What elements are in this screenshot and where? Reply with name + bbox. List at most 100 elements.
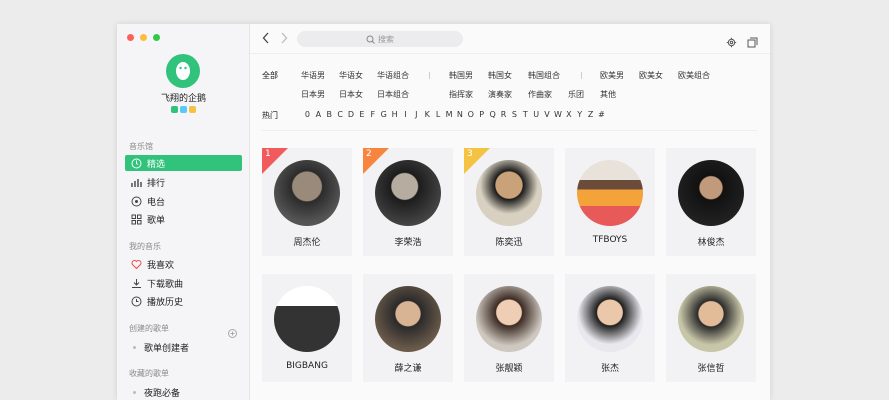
letter-filter[interactable]: F — [367, 110, 378, 119]
sidebar-item-label: 排行 — [147, 178, 166, 189]
filter-item[interactable]: 韩国男 — [449, 70, 473, 81]
filter-item[interactable]: 日本女 — [339, 89, 363, 100]
filter-all[interactable]: 全部 — [262, 70, 278, 81]
letter-filter[interactable]: M — [444, 110, 455, 119]
filter-item[interactable]: 指挥家 — [449, 89, 473, 100]
sidebar-item-playlists[interactable]: 歌单 — [125, 211, 242, 227]
collected-playlist-item[interactable]: 夜跑必备 — [133, 386, 180, 399]
filter-item[interactable]: 日本组合 — [377, 89, 409, 100]
letter-filter[interactable]: Y — [574, 110, 585, 119]
singer-name[interactable]: 周杰伦 — [262, 235, 352, 248]
singer-card[interactable]: 1 周杰伦 — [262, 148, 352, 256]
avatar[interactable] — [166, 54, 200, 88]
singer-card[interactable]: 薛之谦 — [363, 274, 453, 382]
singer-card[interactable]: 张信哲 — [666, 274, 756, 382]
singer-card[interactable]: 2 李荣浩 — [363, 148, 453, 256]
letter-filter[interactable]: D — [346, 110, 357, 119]
sidebar-item-downloads[interactable]: 下载歌曲 — [125, 275, 242, 291]
singer-card[interactable]: 林俊杰 — [666, 148, 756, 256]
letter-filter[interactable]: # — [596, 110, 607, 119]
filter-item[interactable]: 演奏家 — [488, 89, 512, 100]
minimize-window-button[interactable] — [140, 34, 147, 41]
singer-card[interactable]: 张靓颖 — [464, 274, 554, 382]
letter-filter[interactable]: U — [531, 110, 542, 119]
singer-name[interactable]: 林俊杰 — [666, 235, 756, 248]
sidebar-item-label: 下载歌曲 — [147, 279, 184, 290]
playlist-label: 歌单创建者 — [144, 344, 190, 354]
sidebar-item-liked[interactable]: 我喜欢 — [125, 256, 242, 272]
search-input[interactable]: 搜索 — [297, 31, 463, 47]
letter-filter[interactable]: G — [378, 110, 389, 119]
filter-item[interactable]: 韩国女 — [488, 70, 512, 81]
clock-icon — [130, 295, 142, 307]
filter-item[interactable]: 华语女 — [339, 70, 363, 81]
singer-name[interactable]: BIGBANG — [262, 361, 352, 371]
divider — [581, 72, 582, 79]
letter-filter[interactable]: 0 — [302, 110, 313, 119]
letter-filter[interactable]: N — [454, 110, 465, 119]
singer-card[interactable]: BIGBANG — [262, 274, 352, 382]
letter-filter[interactable]: H — [389, 110, 400, 119]
letter-filter[interactable]: P — [476, 110, 487, 119]
sidebar-item-charts[interactable]: 排行 — [125, 174, 242, 190]
letter-filter[interactable]: V — [542, 110, 553, 119]
forward-arrow-icon[interactable] — [280, 32, 288, 47]
letter-filter[interactable]: S — [509, 110, 520, 119]
sidebar-item-history[interactable]: 播放历史 — [125, 293, 242, 309]
filter-item[interactable]: 日本男 — [301, 89, 325, 100]
filter-item[interactable]: 华语男 — [301, 70, 325, 81]
add-playlist-icon[interactable] — [228, 323, 237, 338]
letter-filter[interactable]: J — [411, 110, 422, 119]
filter-item[interactable]: 欧美男 — [600, 70, 624, 81]
filter-item[interactable]: 欧美女 — [639, 70, 663, 81]
sidebar-item-radio[interactable]: 电台 — [125, 193, 242, 209]
singer-name[interactable]: 张信哲 — [666, 361, 756, 374]
singer-name[interactable]: 薛之谦 — [363, 361, 453, 374]
sidebar-item-featured[interactable]: 精选 — [125, 155, 242, 171]
filter-item[interactable]: 华语组合 — [377, 70, 409, 81]
top-bar: 搜索 — [250, 24, 770, 54]
singer-name[interactable]: 陈奕迅 — [464, 235, 554, 248]
filter-item[interactable]: 韩国组合 — [528, 70, 560, 81]
letter-filter[interactable]: L — [433, 110, 444, 119]
grid-icon — [130, 213, 142, 225]
letter-filter[interactable]: A — [313, 110, 324, 119]
filter-item[interactable]: 作曲家 — [528, 89, 552, 100]
download-icon — [130, 277, 142, 289]
letter-filter[interactable]: K — [422, 110, 433, 119]
letter-filter[interactable]: W — [552, 110, 563, 119]
singer-name[interactable]: 张靓颖 — [464, 361, 554, 374]
filter-item[interactable]: 其他 — [600, 89, 616, 100]
singer-name[interactable]: TFBOYS — [565, 235, 655, 245]
letter-filter[interactable]: Z — [585, 110, 596, 119]
singer-card[interactable]: 张杰 — [565, 274, 655, 382]
filter-hot[interactable]: 热门 — [262, 110, 278, 121]
singer-card[interactable]: 3 陈奕迅 — [464, 148, 554, 256]
letter-filter[interactable]: C — [335, 110, 346, 119]
letter-filter[interactable]: O — [465, 110, 476, 119]
singer-card[interactable]: TFBOYS — [565, 148, 655, 256]
created-playlist-item[interactable]: 歌单创建者 — [133, 341, 189, 354]
close-window-button[interactable] — [127, 34, 134, 41]
filter-item[interactable]: 乐团 — [568, 89, 584, 100]
mini-player-icon[interactable] — [747, 33, 759, 48]
playlist-label: 夜跑必备 — [144, 389, 181, 399]
letter-filter[interactable]: I — [400, 110, 411, 119]
user-name[interactable]: 飞翔的企鹅 — [117, 91, 250, 104]
filter-item[interactable]: 欧美组合 — [678, 70, 710, 81]
singer-photo — [577, 160, 643, 226]
maximize-window-button[interactable] — [153, 34, 160, 41]
letter-filter[interactable]: X — [563, 110, 574, 119]
letter-filter[interactable]: T — [520, 110, 531, 119]
section-title-collected: 收藏的歌单 — [129, 369, 169, 378]
back-arrow-icon[interactable] — [262, 32, 270, 47]
letter-filter[interactable]: E — [356, 110, 367, 119]
singer-name[interactable]: 张杰 — [565, 361, 655, 374]
gear-icon[interactable] — [726, 33, 738, 48]
letter-filter[interactable]: R — [498, 110, 509, 119]
letter-filter[interactable]: Q — [487, 110, 498, 119]
sidebar-item-label: 精选 — [147, 159, 166, 170]
heart-icon — [130, 258, 142, 270]
singer-name[interactable]: 李荣浩 — [363, 235, 453, 248]
letter-filter[interactable]: B — [324, 110, 335, 119]
